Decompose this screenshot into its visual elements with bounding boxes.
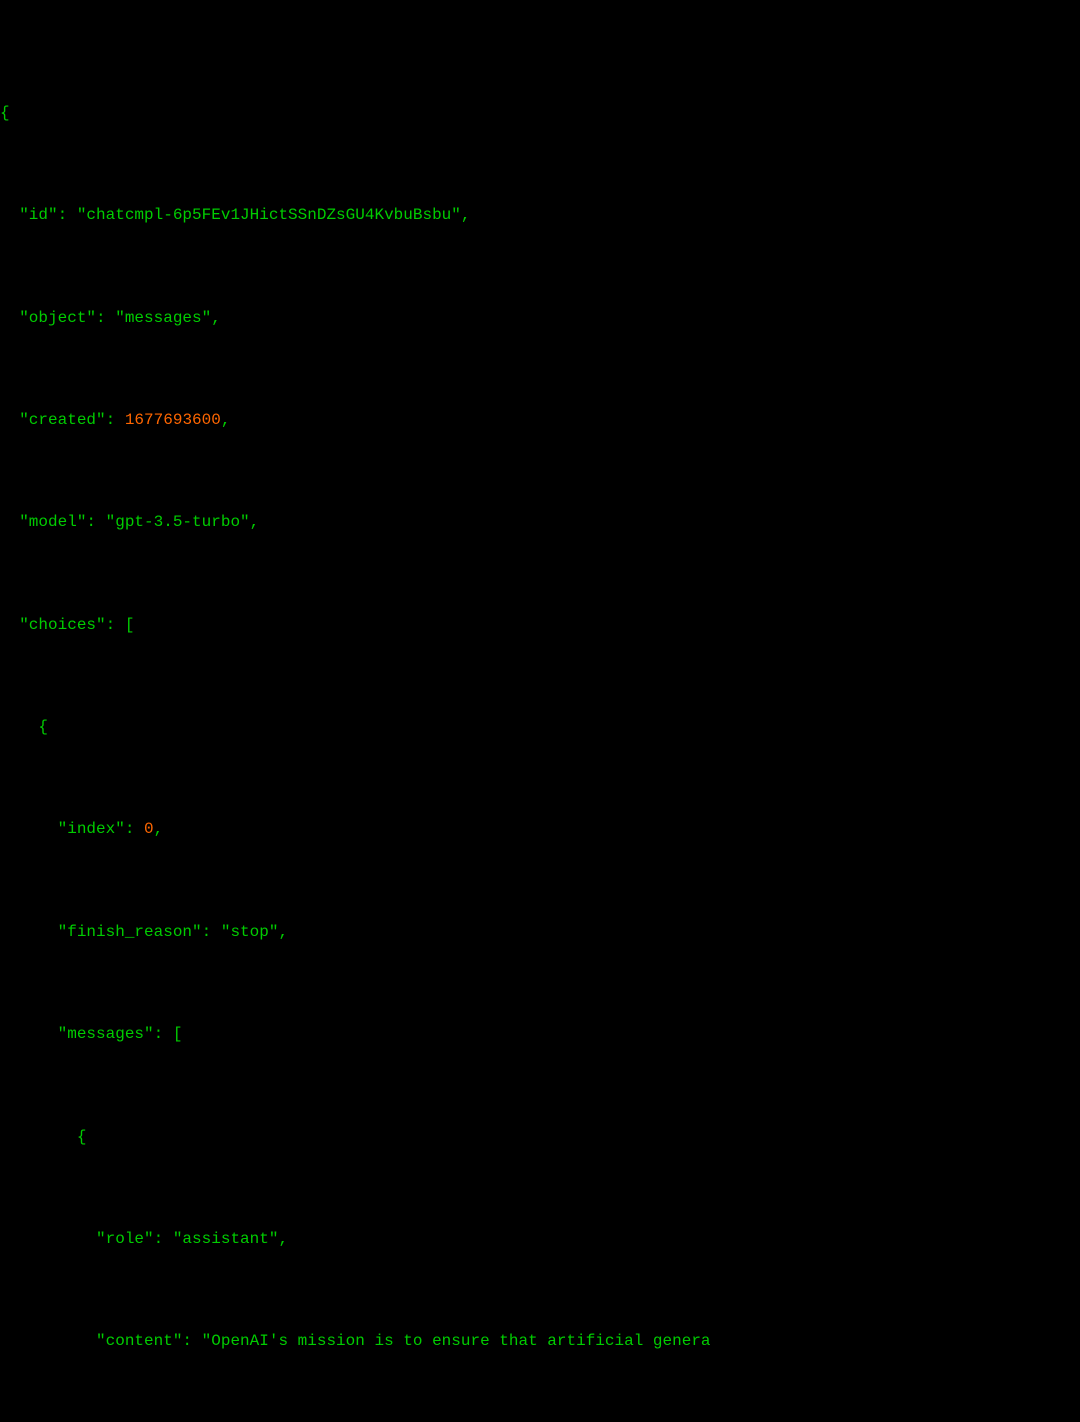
line-12: "role": "assistant", <box>0 1227 1080 1253</box>
line-5: "model": "gpt-3.5-turbo", <box>0 510 1080 536</box>
json-output: { "id": "chatcmpl-6p5FEv1JHictSSnDZsGU4K… <box>0 16 1080 1422</box>
line-1: { <box>0 101 1080 127</box>
line-8: "index": 0, <box>0 817 1080 843</box>
line-13: "content": "OpenAI's mission is to ensur… <box>0 1329 1080 1355</box>
line-11: { <box>0 1125 1080 1151</box>
line-7: { <box>0 715 1080 741</box>
line-6: "choices": [ <box>0 613 1080 639</box>
line-2: "id": "chatcmpl-6p5FEv1JHictSSnDZsGU4Kvb… <box>0 203 1080 229</box>
line-4: "created": 1677693600, <box>0 408 1080 434</box>
line-9: "finish_reason": "stop", <box>0 920 1080 946</box>
line-10: "messages": [ <box>0 1022 1080 1048</box>
line-3: "object": "messages", <box>0 306 1080 332</box>
